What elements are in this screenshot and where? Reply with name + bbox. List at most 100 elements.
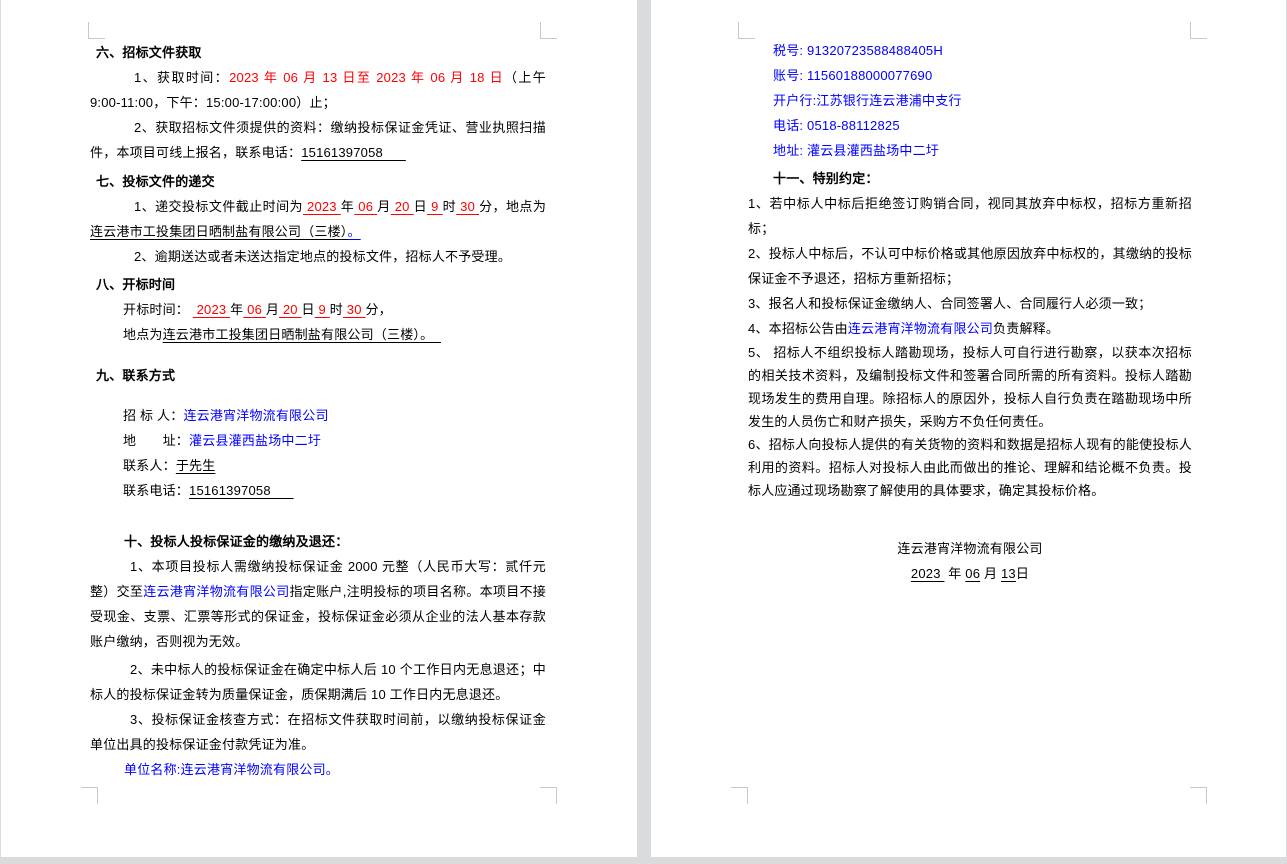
text-run: 1、若中标人中标后拒绝签订购销合同，视同其放弃中标权，招标方重新招标； xyxy=(748,196,1192,236)
margin-corner-mark-bottom-right xyxy=(1190,787,1207,804)
text-run: 15161397058 xyxy=(189,483,294,498)
text-run: 2023 xyxy=(193,302,230,317)
bank-phone: 电话: 0518-88112825 xyxy=(773,113,1192,138)
text-run: 时 xyxy=(330,302,343,317)
para-10-2: 2、未中标人的投标保证金在确定中标人后 10 个工作日内无息退还；中标人的投标保… xyxy=(90,657,546,707)
bank-branch: 开户行:江苏银行连云港浦中支行 xyxy=(773,88,1192,113)
margin-corner-mark-top-left xyxy=(88,22,105,39)
para-10-1: 1、本项目投标人需缴纳投标保证金 2000 元整（人民币大写：贰仟元整）交至连云… xyxy=(90,554,546,654)
text-run: 账号: 11560188000077690 xyxy=(773,68,932,83)
text-run: 06 xyxy=(243,302,265,317)
text-run: 连云港宵洋物流有限公司 xyxy=(143,584,289,599)
text-run: 九、联系方式 xyxy=(96,368,175,383)
text-run: 十、投标人投标保证金的缴纳及退还： xyxy=(124,534,348,549)
text-run: 2、逾期送达或者未送达指定地点的投标文件，招标人不予受理。 xyxy=(134,249,511,264)
text-run: 9 xyxy=(427,199,443,214)
text-run: 1、递交投标文件截止时间为 xyxy=(134,199,303,214)
text-run: 时 xyxy=(443,199,456,214)
text-run: 年 xyxy=(341,199,354,214)
text-run: 连云港宵洋物流有限公司 xyxy=(183,408,328,423)
text-run: 开户行:江苏银行连云港浦中支行 xyxy=(773,93,962,108)
text-run: 13 xyxy=(1001,566,1016,581)
margin-corner-mark-top-right xyxy=(540,22,557,39)
text-run: 联系人： xyxy=(123,458,176,473)
text-run: 日 xyxy=(414,199,427,214)
margin-corner-mark-top-right xyxy=(1190,22,1207,39)
para-11-1: 1、若中标人中标后拒绝签订购销合同，视同其放弃中标权，招标方重新招标； xyxy=(748,191,1192,241)
para-7-2: 2、逾期送达或者未送达指定地点的投标文件，招标人不予受理。 xyxy=(90,244,546,269)
section-7-heading: 七、投标文件的递交 xyxy=(96,169,546,194)
text-run: 。 xyxy=(348,224,361,239)
text-run: 3、投标保证金核查方式：在招标文件获取时间前，以缴纳投标保证金单位出具的投标保证… xyxy=(90,712,546,752)
para-6-2: 2、获取招标文件须提供的资料：缴纳投标保证金凭证、营业执照扫描件，本项目可线上报… xyxy=(90,115,546,165)
text-run: 地点为 xyxy=(123,327,163,342)
text-run: 日 xyxy=(302,302,315,317)
contact-tenderer: 招 标 人：连云港宵洋物流有限公司 xyxy=(123,403,546,428)
text-run: 于先生 xyxy=(176,458,216,473)
para-11-4: 4、本招标公告由连云港宵洋物流有限公司负责解释。 xyxy=(748,316,1192,341)
text-run: 2023 xyxy=(303,199,341,214)
margin-corner-mark-bottom-right xyxy=(540,787,557,804)
text-run: 联系电话： xyxy=(123,483,189,498)
contact-phone: 联系电话：15161397058 xyxy=(123,478,546,503)
text-run: 3、报名人和投标保证金缴纳人、合同签署人、合同履行人必须一致； xyxy=(748,296,1151,311)
unit-name: 单位名称:连云港宵洋物流有限公司。 xyxy=(124,757,546,782)
text-run: 分，地点为 xyxy=(479,199,546,214)
contact-address: 地 址：灌云县灌西盐场中二圩 xyxy=(123,428,546,453)
section-10-heading: 十、投标人投标保证金的缴纳及退还： xyxy=(124,529,546,554)
text-run: 十一、特别约定： xyxy=(773,171,879,186)
margin-corner-mark-bottom-left xyxy=(81,787,98,804)
signature-date: 2023 年 06 月 13日 xyxy=(748,561,1192,586)
text-run: 六、招标文件获取 xyxy=(96,45,202,60)
text-run: 灌云县灌西盐场中二圩 xyxy=(189,433,321,448)
text-run: 单位名称:连云港宵洋物流有限公司。 xyxy=(124,762,339,777)
para-8-place: 地点为连云港市工投集团日晒制盐有限公司（三楼）。 xyxy=(123,322,546,347)
para-11-2: 2、投标人中标后，不认可中标价格或其他原因放弃中标权的，其缴纳的投标保证金不予退… xyxy=(748,241,1192,291)
text-run: 2023 xyxy=(911,566,945,581)
text-run: 月 xyxy=(266,302,279,317)
text-run: 月 xyxy=(980,566,1001,581)
section-8-heading: 八、开标时间 xyxy=(96,272,546,297)
para-11-6: 6、招标人向投标人提供的有关货物的资料和数据是招标人现有的能使投标人利用的资料。… xyxy=(748,433,1192,502)
text-run: 负责解释。 xyxy=(993,321,1059,336)
text-run: 06 xyxy=(965,566,980,581)
text-run: 月 xyxy=(377,199,390,214)
text-run: 20 xyxy=(279,302,301,317)
text-run: 30 xyxy=(456,199,479,214)
para-6-1: 1、获取时间：2023 年 06 月 13 日至 2023 年 06 月 18 … xyxy=(90,65,546,115)
margin-corner-mark-bottom-left xyxy=(731,787,748,804)
text-run: 2、未中标人的投标保证金在确定中标人后 10 个工作日内无息退还；中标人的投标保… xyxy=(90,662,546,702)
page-left-text-area[interactable]: 六、招标文件获取 1、获取时间：2023 年 06 月 13 日至 2023 年 … xyxy=(90,40,546,782)
para-10-3: 3、投标保证金核查方式：在招标文件获取时间前，以缴纳投标保证金单位出具的投标保证… xyxy=(90,707,546,757)
text-run: 地址: 灌云县灌西盐场中二圩 xyxy=(773,143,939,158)
text-run: 电话: 0518-88112825 xyxy=(773,118,900,133)
para-8-time: 开标时间： 2023 年 06 月 20 日 9 时 30 分， xyxy=(123,297,546,322)
para-11-5: 5、 招标人不组织投标人踏勘现场，投标人可自行进行勘察，以获本次招标的相关技术资… xyxy=(748,341,1192,433)
text-run: 6、招标人向投标人提供的有关货物的资料和数据是招标人现有的能使投标人利用的资料。… xyxy=(748,437,1192,498)
section-11-heading: 十一、特别约定： xyxy=(773,166,1192,191)
text-run: 1、获取时间： xyxy=(134,70,229,85)
bank-tax-no: 税号: 91320723588488405H xyxy=(773,38,1192,63)
text-run: 连云港市工投集团日晒制盐有限公司（三楼） xyxy=(90,224,348,239)
section-9-heading: 九、联系方式 xyxy=(96,363,546,388)
text-run: 八、开标时间 xyxy=(96,277,175,292)
page-right-text-area[interactable]: 税号: 91320723588488405H 账号: 11560188000077… xyxy=(748,38,1192,586)
text-run: 9 xyxy=(315,302,330,317)
text-run: 年 xyxy=(230,302,243,317)
bank-account-no: 账号: 11560188000077690 xyxy=(773,63,1192,88)
page-left: 六、招标文件获取 1、获取时间：2023 年 06 月 13 日至 2023 年 … xyxy=(1,0,637,857)
text-run: 30 xyxy=(343,302,365,317)
text-run: 连云港市工投集团日晒制盐有限公司（三楼）。 xyxy=(163,327,441,342)
bank-address: 地址: 灌云县灌西盐场中二圩 xyxy=(773,138,1192,163)
page-right: 税号: 91320723588488405H 账号: 11560188000077… xyxy=(651,0,1286,857)
text-run: 4、本招标公告由 xyxy=(748,321,848,336)
text-run: 开标时间： xyxy=(123,302,193,317)
text-run: 年 xyxy=(944,566,965,581)
text-run: 连云港宵洋物流有限公司 xyxy=(848,321,993,336)
text-run: 日 xyxy=(1016,566,1029,581)
margin-corner-mark-top-left xyxy=(738,22,755,39)
text-run: 06 xyxy=(354,199,377,214)
para-11-3: 3、报名人和投标保证金缴纳人、合同签署人、合同履行人必须一致； xyxy=(748,291,1192,316)
text-run: 15161397058 xyxy=(301,145,406,160)
text-run: 招 标 人： xyxy=(123,408,183,423)
